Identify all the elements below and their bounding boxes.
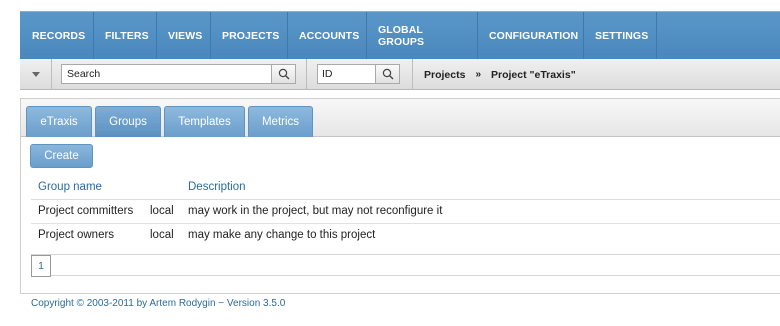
menu-toggle-button[interactable] (20, 59, 52, 90)
group-description: may work in the project, but may not rec… (188, 205, 443, 217)
table-row[interactable]: Project owners local may make any change… (21, 224, 780, 248)
id-search-button[interactable] (375, 64, 400, 84)
tab-metrics[interactable]: Metrics (248, 106, 313, 137)
column-header-description[interactable]: Description (188, 181, 246, 193)
nav-projects[interactable]: PROJECTS (211, 12, 288, 59)
nav-configuration[interactable]: CONFIGURATION (478, 12, 584, 59)
search-input[interactable] (61, 64, 272, 84)
id-input[interactable] (317, 64, 376, 84)
search-icon (278, 68, 289, 80)
group-scope: local (150, 229, 174, 241)
nav-settings[interactable]: SETTINGS (584, 12, 657, 59)
page-button-1[interactable]: 1 (31, 255, 51, 277)
table-row[interactable]: Project committers local may work in the… (21, 200, 780, 224)
search-icon (382, 68, 393, 80)
group-scope: local (150, 205, 174, 217)
group-name: Project committers (38, 205, 134, 217)
nav-filters[interactable]: FILTERS (94, 12, 157, 59)
create-button[interactable]: Create (30, 144, 93, 168)
nav-records[interactable]: RECORDS (20, 12, 94, 59)
toolbar-divider (412, 59, 413, 90)
search-button[interactable] (271, 64, 296, 84)
nav-global-groups[interactable]: GLOBAL GROUPS (367, 12, 478, 59)
nav-accounts[interactable]: ACCOUNTS (288, 12, 367, 59)
pagination: 1 (31, 254, 780, 277)
chevron-down-icon (31, 72, 40, 77)
breadcrumb-projects[interactable]: Projects (424, 69, 465, 81)
tab-templates[interactable]: Templates (164, 106, 245, 137)
breadcrumb-separator: » (475, 69, 481, 80)
breadcrumb: Projects » Project "eTraxis" (424, 59, 576, 90)
toolbar-divider (306, 59, 307, 90)
tab-etraxis[interactable]: eTraxis (26, 106, 92, 137)
breadcrumb-current: Project "eTraxis" (491, 68, 576, 81)
toolbar: Projects » Project "eTraxis" (20, 59, 780, 90)
column-header-group-name[interactable]: Group name (38, 181, 102, 193)
footer-copyright: Copyright © 2003-2011 by Artem Rodygin −… (31, 298, 286, 309)
top-navigation-bar: RECORDS FILTERS VIEWS PROJECTS ACCOUNTS … (20, 11, 780, 59)
group-name: Project owners (38, 229, 115, 241)
nav-views[interactable]: VIEWS (157, 12, 211, 59)
tab-bar: eTraxis Groups Templates Metrics (21, 99, 780, 137)
group-description: may make any change to this project (188, 229, 376, 241)
content-panel: eTraxis Groups Templates Metrics Create … (20, 98, 780, 294)
tab-groups[interactable]: Groups (95, 106, 161, 137)
